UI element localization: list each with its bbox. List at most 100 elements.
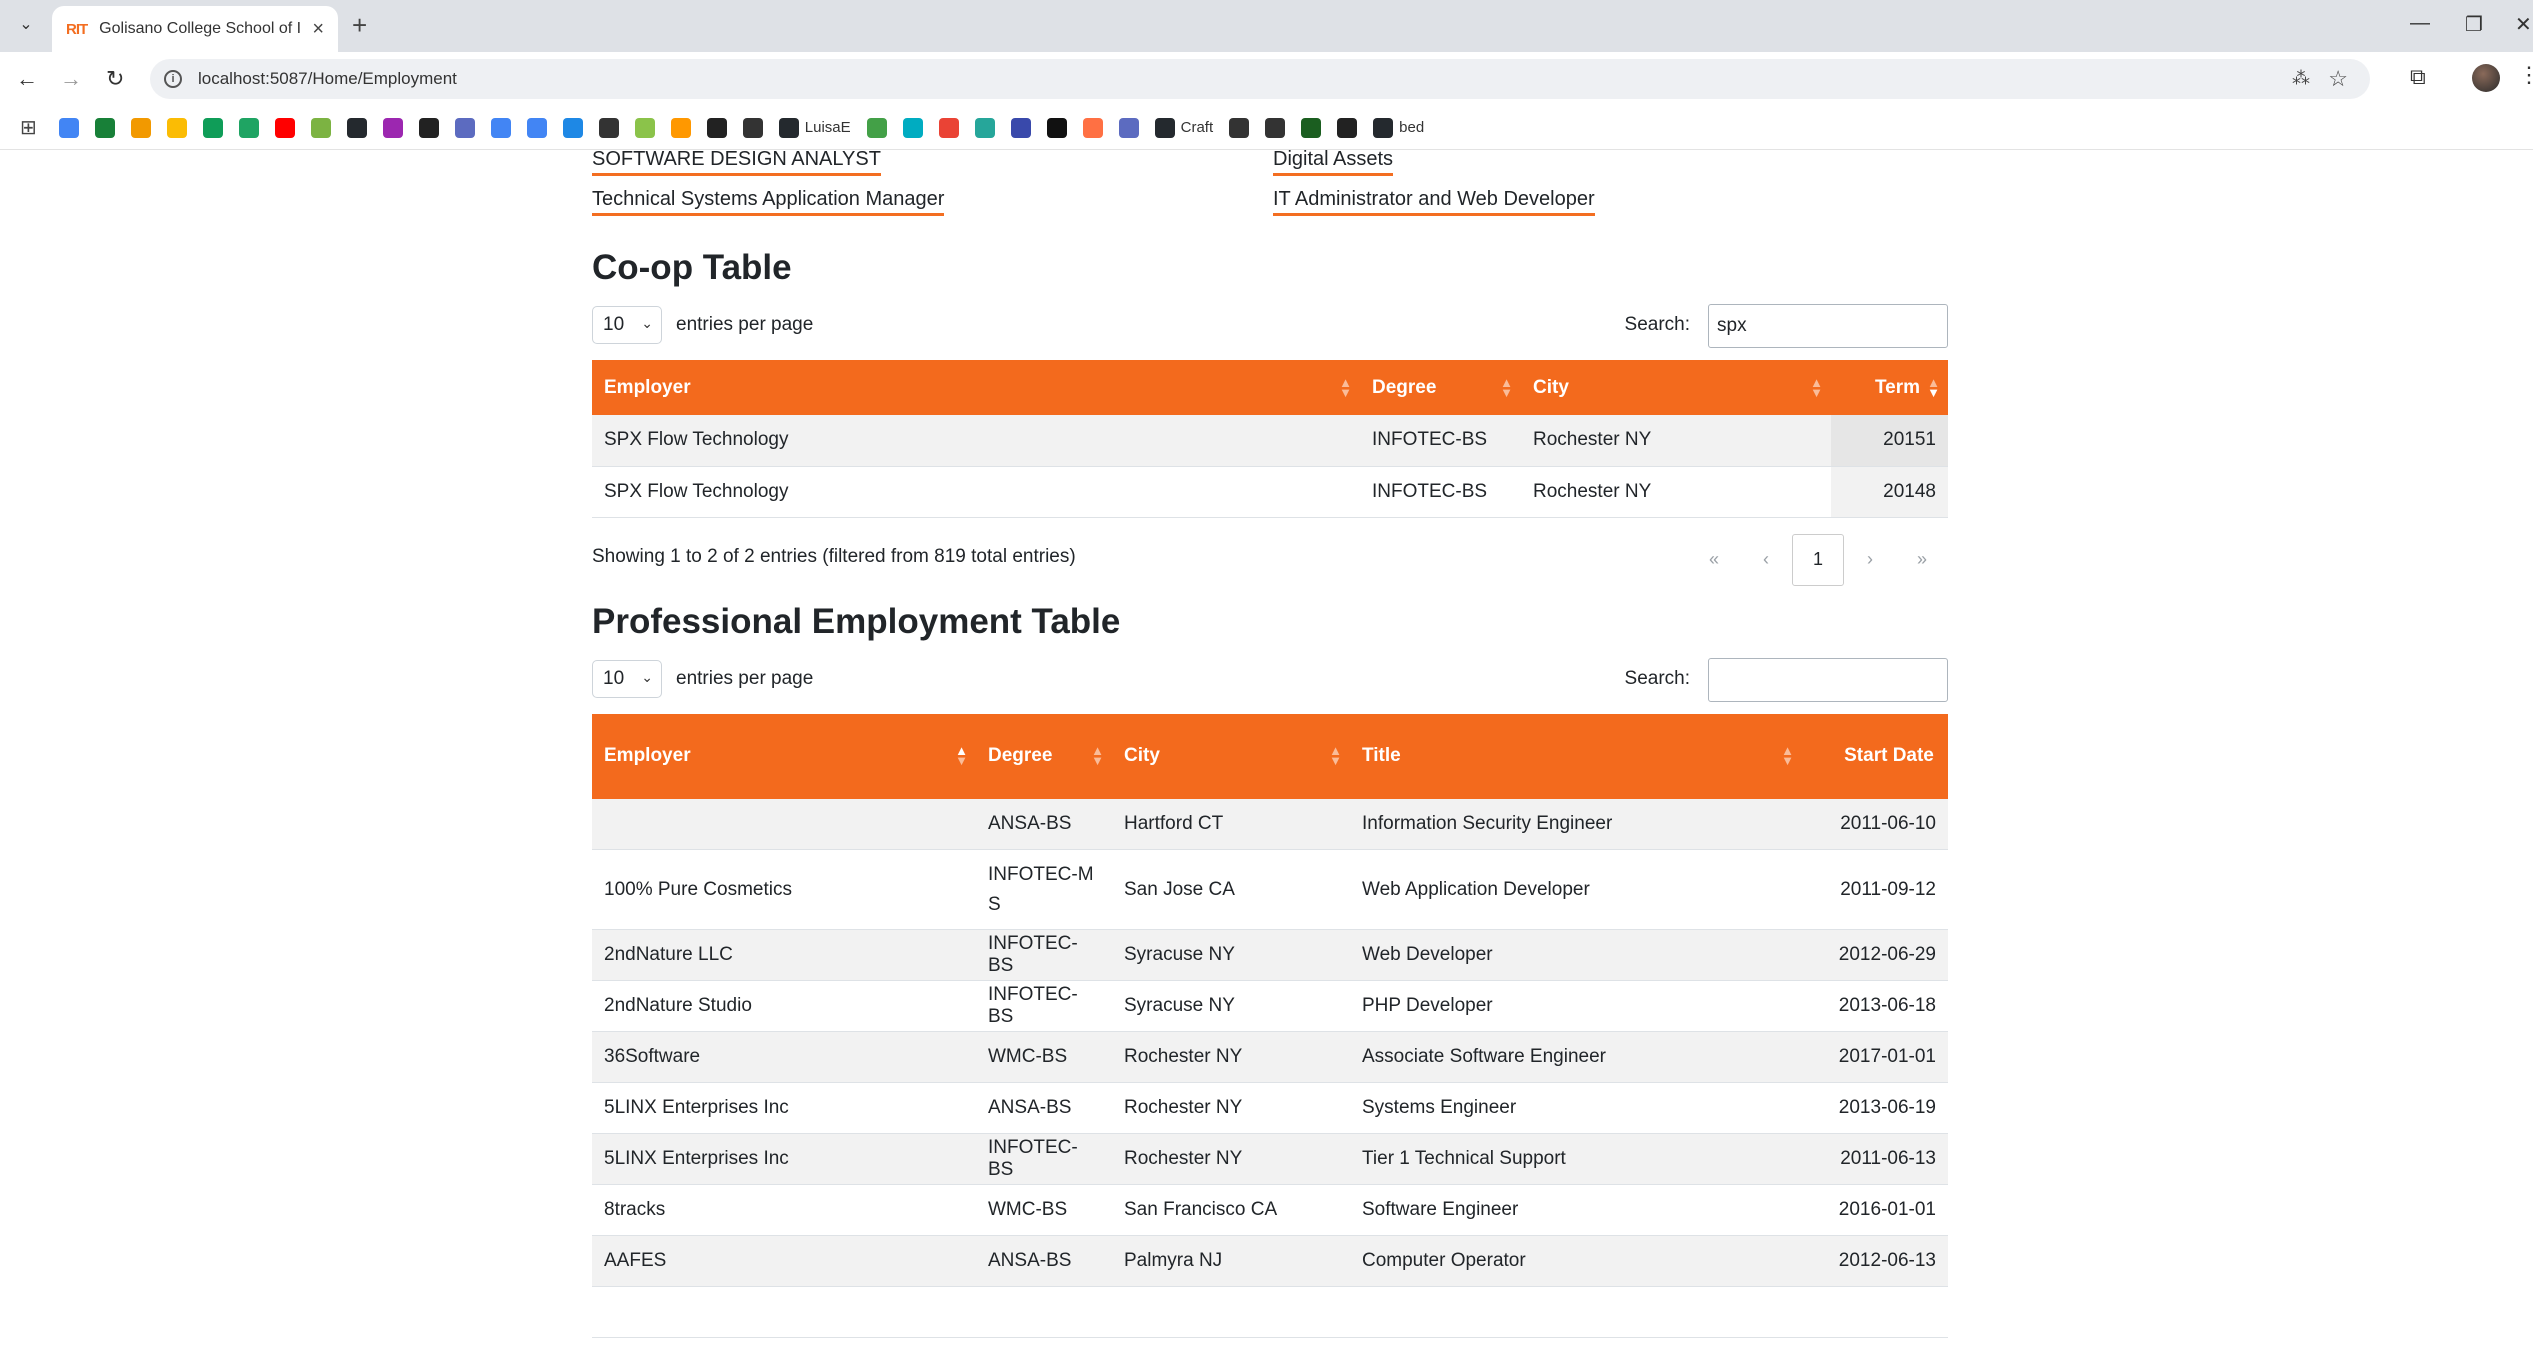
extensions-puzzle-icon[interactable]: ⧉ (2410, 64, 2426, 90)
position-link[interactable]: IT Administrator and Web Developer (1273, 188, 1595, 216)
sort-icon: ▲ ▼ (1781, 743, 1794, 768)
address-bar[interactable]: i localhost:5087/Home/Employment ⁂ ☆ (150, 59, 2370, 99)
bookmark-item[interactable]: Craft (1154, 117, 1213, 138)
tab-search-chevron-icon[interactable]: ⌄ (12, 10, 40, 38)
table-cell: Hartford CT (1112, 798, 1350, 850)
table-cell: ANSA-BS (976, 1235, 1112, 1287)
position-link[interactable]: SOFTWARE DESIGN ANALYST (592, 148, 881, 176)
previous-page-button[interactable]: ‹ (1740, 534, 1792, 586)
bookmark-item[interactable] (310, 117, 331, 138)
reload-icon[interactable]: ↻ (106, 66, 124, 92)
bookmark-item[interactable] (742, 117, 763, 138)
bookmark-item[interactable]: bed (1373, 117, 1425, 138)
bookmark-item[interactable] (1301, 117, 1322, 138)
bookmark-item[interactable] (382, 117, 403, 138)
page-1-button[interactable]: 1 (1792, 533, 1844, 586)
browser-menu-icon[interactable]: ⋮ (2518, 62, 2533, 88)
bookmark-item[interactable] (1010, 117, 1031, 138)
bookmark-item[interactable] (1082, 117, 1103, 138)
bookmark-item[interactable] (130, 117, 151, 138)
column-header-city[interactable]: City ▲ ▼ (1112, 713, 1350, 799)
bookmark-item[interactable] (454, 117, 475, 138)
refresh-icon (902, 117, 923, 138)
translate-icon (526, 117, 547, 138)
position-link[interactable]: Digital Assets (1273, 148, 1394, 176)
restore-icon[interactable]: ❐ (2465, 12, 2483, 37)
bookmark-item[interactable] (1337, 117, 1358, 138)
book-icon (706, 117, 727, 138)
back-arrow-icon[interactable]: ← (16, 66, 38, 92)
bookmark-item[interactable] (598, 117, 619, 138)
site-info-icon[interactable]: i (164, 70, 182, 88)
bookmark-item[interactable] (202, 117, 223, 138)
last-page-button[interactable]: » (1896, 534, 1948, 586)
table-cell: SPX Flow Technology (592, 415, 1360, 467)
column-header-employer[interactable]: Employer ▲ ▼ (592, 713, 976, 799)
column-header-degree[interactable]: Degree ▲ ▼ (1360, 360, 1521, 415)
table-cell (1802, 1286, 1948, 1338)
table-cell: Palmyra NJ (1112, 1235, 1350, 1287)
close-window-icon[interactable]: ✕ (2515, 12, 2532, 37)
first-page-button[interactable]: « (1688, 534, 1740, 586)
sort-desc-icon: ▲ ▼ (1927, 374, 1940, 400)
bookmark-item[interactable] (1046, 117, 1067, 138)
github-icon (1373, 117, 1394, 138)
bookmark-item[interactable] (938, 117, 959, 138)
column-header-title[interactable]: Title ▲ ▼ (1350, 713, 1802, 799)
bookmark-item[interactable] (490, 117, 511, 138)
bookmark-item[interactable] (1118, 117, 1139, 138)
bookmark-item[interactable] (274, 117, 295, 138)
bookmark-item[interactable] (346, 117, 367, 138)
bookmark-item[interactable] (562, 117, 583, 138)
sort-icon: ▲ ▼ (1091, 743, 1104, 768)
professional-search-input[interactable] (1708, 657, 1948, 702)
column-header-employer[interactable]: Employer ▲ ▼ (592, 360, 1360, 415)
bookmark-item[interactable] (1265, 117, 1286, 138)
coop-pagination: « ‹ 1 › » (1688, 533, 1948, 586)
bookmark-item[interactable] (238, 117, 259, 138)
bookmark-item[interactable]: LuisaE (778, 117, 851, 138)
address-row: ← → ↻ i localhost:5087/Home/Employment ⁂… (0, 52, 2533, 106)
table-row: 5LINX Enterprises Inc INFOTEC-BS Rochester… (592, 1133, 1948, 1185)
table-cell: Web Developer (1350, 929, 1802, 981)
bookmark-item[interactable] (58, 117, 79, 138)
bookmark-item[interactable] (974, 117, 995, 138)
bookmark-star-icon[interactable]: ☆ (2328, 66, 2348, 92)
coop-page-length-select[interactable]: 10 ⌄ (592, 306, 662, 344)
bookmark-item[interactable] (902, 117, 923, 138)
table-cell: ANSA-BS (976, 1082, 1112, 1134)
coop-search-input[interactable]: spx (1708, 304, 1948, 348)
bookmark-item[interactable] (94, 117, 115, 138)
table-cell: INFOTEC-BS (976, 929, 1112, 981)
column-header-city[interactable]: City ▲ ▼ (1521, 360, 1831, 415)
apps-grid-icon[interactable]: ⊞ (20, 115, 37, 140)
bookmark-item[interactable] (418, 117, 439, 138)
bookmark-label: bed (1399, 119, 1425, 136)
column-header-degree[interactable]: Degree ▲ ▼ (976, 713, 1112, 799)
bookmark-item[interactable] (166, 117, 187, 138)
new-tab-plus-icon[interactable]: + (352, 10, 367, 41)
bookmark-item[interactable] (526, 117, 547, 138)
bookmark-item[interactable] (706, 117, 727, 138)
minimize-icon[interactable]: — (2410, 12, 2430, 35)
table-cell: Web Application Developer (1350, 849, 1802, 930)
profile-avatar[interactable] (2472, 64, 2500, 92)
table-cell: 36Software (592, 1031, 976, 1083)
column-header-term[interactable]: Term ▲ ▼ (1831, 360, 1948, 415)
table-cell: 2011-06-10 (1802, 798, 1948, 850)
url-text: localhost:5087/Home/Employment (198, 69, 457, 88)
forward-arrow-icon[interactable]: → (60, 66, 82, 92)
next-page-button[interactable]: › (1844, 534, 1896, 586)
slides-icon (166, 117, 187, 138)
bookmark-item[interactable] (1229, 117, 1250, 138)
translate-icon[interactable]: ⁂ (2292, 68, 2310, 89)
position-link[interactable]: Technical Systems Application Manager (592, 188, 945, 216)
professional-page-length-select[interactable]: 10 ⌄ (592, 659, 662, 698)
active-tab[interactable]: RIT Golisano College School of Info × (52, 6, 338, 52)
bookmark-item[interactable] (634, 117, 655, 138)
bookmark-item[interactable] (670, 117, 691, 138)
sort-icon: ▲ ▼ (1329, 743, 1342, 768)
column-header-start-date[interactable]: Start Date (1802, 713, 1948, 799)
tab-close-icon[interactable]: × (312, 18, 324, 41)
bookmark-item[interactable] (866, 117, 887, 138)
